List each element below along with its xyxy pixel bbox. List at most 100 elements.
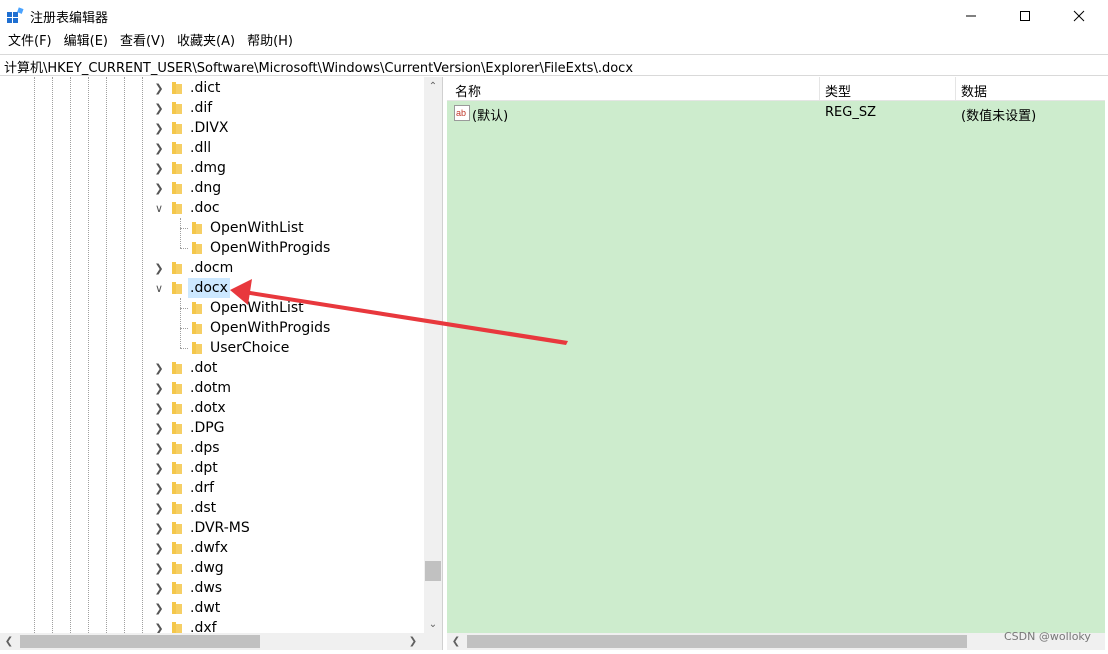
chevron-down-icon[interactable]: ∨ [153, 198, 165, 218]
chevron-right-icon[interactable]: ❯ [153, 178, 165, 198]
chevron-right-icon[interactable]: ❯ [153, 498, 165, 518]
tree-item[interactable]: ❯ .dws [0, 578, 424, 598]
tree-item[interactable]: ∨ .docx [0, 278, 424, 298]
tree-item-label: .dst [190, 500, 217, 516]
scroll-up-icon[interactable]: ⌃ [424, 77, 442, 95]
chevron-right-icon[interactable]: ❯ [153, 258, 165, 278]
tree-item[interactable]: ❯ .DIVX [0, 118, 424, 138]
tree-item-label: .docx [188, 278, 230, 298]
scroll-right-icon[interactable]: ❯ [404, 633, 422, 650]
tree-item[interactable]: ❯ .dxf [0, 618, 424, 633]
tree-vertical-scrollbar[interactable]: ⌃ ⌄ [424, 77, 442, 633]
chevron-right-icon[interactable]: ❯ [153, 478, 165, 498]
tree-item-label: .dpt [190, 460, 218, 476]
value-row[interactable]: ab (默认) REG_SZ (数值未设置) [447, 103, 1105, 124]
tree-item[interactable]: ❯ .dict [0, 78, 424, 98]
chevron-right-icon[interactable]: ❯ [153, 418, 165, 438]
tree-item[interactable]: UserChoice [0, 338, 424, 358]
chevron-right-icon[interactable]: ❯ [153, 558, 165, 578]
tree-item[interactable]: ❯ .docm [0, 258, 424, 278]
address-bar[interactable]: 计算机\HKEY_CURRENT_USER\Software\Microsoft… [0, 54, 1108, 76]
address-path[interactable]: 计算机\HKEY_CURRENT_USER\Software\Microsoft… [4, 57, 633, 76]
svg-text:ab: ab [456, 108, 466, 118]
menu-favorites[interactable]: 收藏夹(A) [171, 32, 241, 52]
scroll-left-icon[interactable]: ❮ [447, 633, 465, 650]
chevron-right-icon[interactable]: ❯ [153, 78, 165, 98]
folder-icon [172, 142, 182, 154]
tree-item-label: .DVR-MS [190, 520, 250, 536]
tree-item[interactable]: ❯ .drf [0, 478, 424, 498]
chevron-right-icon[interactable]: ❯ [153, 438, 165, 458]
folder-icon [192, 342, 202, 354]
tree-vertical-scroll-thumb[interactable] [425, 561, 441, 581]
tree-item[interactable]: ∨ .doc [0, 198, 424, 218]
chevron-right-icon[interactable]: ❯ [153, 358, 165, 378]
folder-icon [172, 602, 182, 614]
tree-item[interactable]: OpenWithList [0, 218, 424, 238]
scroll-left-icon[interactable]: ❮ [0, 633, 18, 650]
chevron-right-icon[interactable]: ❯ [153, 98, 165, 118]
minimize-button[interactable] [948, 0, 994, 31]
tree-horizontal-scroll-thumb[interactable] [20, 635, 260, 648]
column-header-type[interactable]: 类型 [825, 81, 851, 100]
menu-file[interactable]: 文件(F) [2, 32, 58, 52]
chevron-right-icon[interactable]: ❯ [153, 578, 165, 598]
tree-item[interactable]: OpenWithProgids [0, 318, 424, 338]
tree-item[interactable]: ❯ .dif [0, 98, 424, 118]
chevron-right-icon[interactable]: ❯ [153, 118, 165, 138]
close-button[interactable] [1056, 0, 1102, 31]
folder-icon [172, 82, 182, 94]
menu-view[interactable]: 查看(V) [114, 32, 171, 52]
tree-item[interactable]: ❯ .dpt [0, 458, 424, 478]
folder-icon [172, 562, 182, 574]
column-header-data[interactable]: 数据 [961, 81, 987, 100]
chevron-right-icon[interactable]: ❯ [153, 598, 165, 618]
chevron-right-icon[interactable]: ❯ [153, 378, 165, 398]
tree-item-label: .dxf [190, 620, 217, 633]
folder-icon [172, 162, 182, 174]
tree-horizontal-scrollbar[interactable]: ❮ ❯ [0, 633, 442, 650]
chevron-down-icon[interactable]: ∨ [153, 278, 165, 298]
tree-item[interactable]: ❯ .dst [0, 498, 424, 518]
chevron-right-icon[interactable]: ❯ [153, 538, 165, 558]
tree-item[interactable]: ❯ .dps [0, 438, 424, 458]
tree-item[interactable]: ❯ .DVR-MS [0, 518, 424, 538]
list-horizontal-scroll-thumb[interactable] [467, 635, 967, 648]
tree-item[interactable]: ❯ .dwt [0, 598, 424, 618]
tree-item[interactable]: ❯ .dll [0, 138, 424, 158]
tree-item[interactable]: ❯ .dotx [0, 398, 424, 418]
tree-item[interactable]: ❯ .dot [0, 358, 424, 378]
menu-edit[interactable]: 编辑(E) [58, 32, 114, 52]
column-divider[interactable] [819, 77, 820, 101]
tree-item-label: UserChoice [210, 340, 290, 356]
column-header-name[interactable]: 名称 [455, 81, 481, 100]
menu-help[interactable]: 帮助(H) [241, 32, 299, 52]
column-divider[interactable] [955, 77, 956, 101]
tree-item[interactable]: ❯ .dotm [0, 378, 424, 398]
tree-item[interactable]: OpenWithProgids [0, 238, 424, 258]
tree-item[interactable]: ❯ .dwfx [0, 538, 424, 558]
folder-icon [172, 422, 182, 434]
value-data: (数值未设置) [961, 109, 1037, 124]
tree-item-label: OpenWithList [210, 220, 304, 236]
tree-item[interactable]: ❯ .DPG [0, 418, 424, 438]
scroll-down-icon[interactable]: ⌄ [424, 615, 442, 633]
tree-item[interactable]: ❯ .dng [0, 178, 424, 198]
tree-item-label: .DIVX [190, 120, 229, 136]
tree-item[interactable]: ❯ .dwg [0, 558, 424, 578]
chevron-right-icon[interactable]: ❯ [153, 458, 165, 478]
chevron-right-icon[interactable]: ❯ [153, 518, 165, 538]
maximize-button[interactable] [1002, 0, 1048, 31]
tree-item-label: .DPG [190, 420, 225, 436]
tree-item-label: OpenWithList [210, 300, 304, 316]
chevron-right-icon[interactable]: ❯ [153, 398, 165, 418]
folder-icon [172, 482, 182, 494]
folder-icon [172, 502, 182, 514]
tree-item-label: .dotm [190, 380, 232, 396]
chevron-right-icon[interactable]: ❯ [153, 158, 165, 178]
value-name: (默认) [472, 109, 509, 124]
chevron-right-icon[interactable]: ❯ [153, 138, 165, 158]
tree-item[interactable]: ❯ .dmg [0, 158, 424, 178]
tree-item[interactable]: OpenWithList [0, 298, 424, 318]
chevron-right-icon[interactable]: ❯ [153, 618, 165, 634]
